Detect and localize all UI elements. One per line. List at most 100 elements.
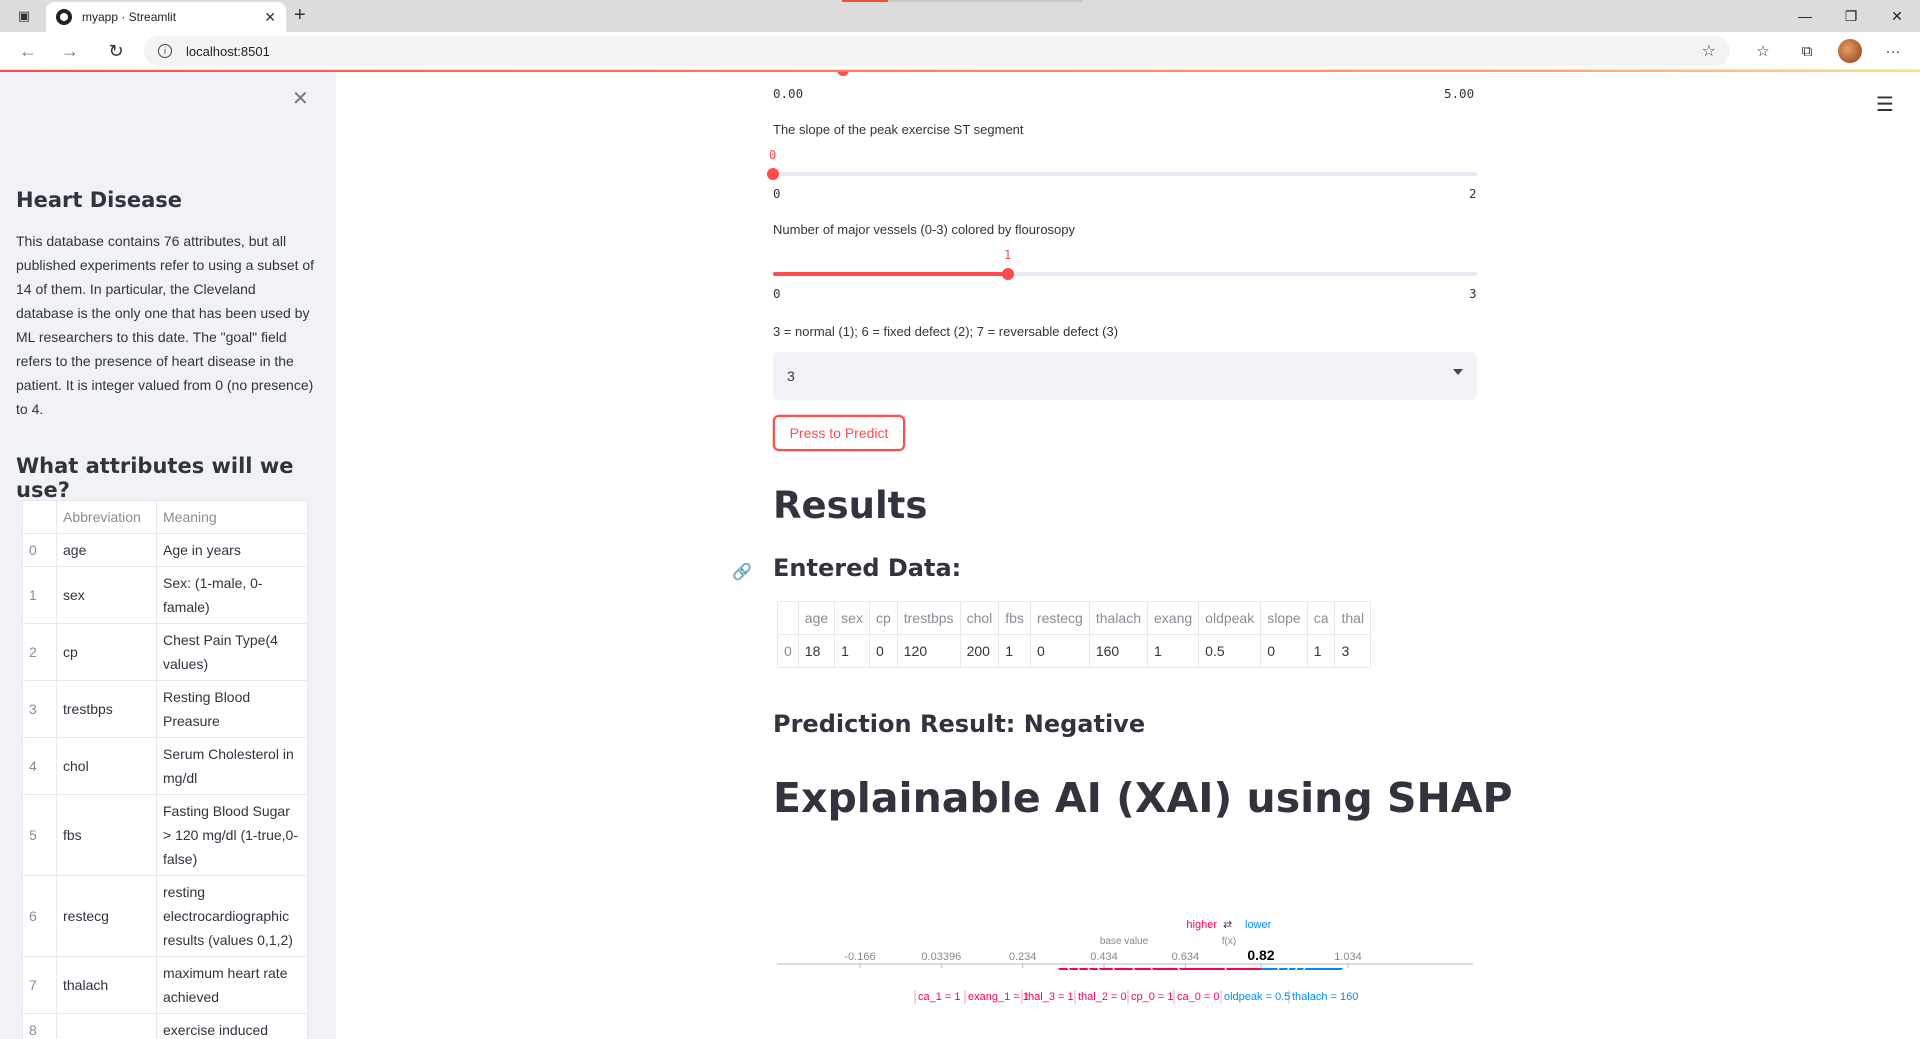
window-close-icon[interactable]: ✕ — [1874, 0, 1920, 32]
restore-icon[interactable]: ❐ — [1828, 0, 1874, 32]
more-menu-icon[interactable]: ··· — [1880, 39, 1906, 63]
row-index: 8 — [22, 1013, 57, 1039]
table-cell: 3 — [1334, 634, 1372, 668]
table-header[interactable]: slope — [1260, 601, 1308, 635]
table-row: 2 cp Chest Pain Type(4 values) — [22, 623, 308, 681]
table-row: 0 18 1 0 120 200 1 0 160 1 0.5 0 1 3 — [777, 634, 1372, 668]
table-header[interactable]: thal — [1334, 601, 1372, 635]
attributes-table: Abbreviation Meaning 0 age Age in years 1s… — [22, 500, 308, 1039]
table-header[interactable]: ca — [1306, 601, 1336, 635]
main-menu-icon[interactable]: ☰ — [1876, 92, 1894, 117]
row-index: 5 — [22, 794, 57, 876]
table-header[interactable]: fbs — [998, 601, 1031, 635]
abbreviation-cell: sex — [56, 566, 157, 624]
browser-tab[interactable]: myapp · Streamlit ✕ — [46, 2, 286, 32]
ca-slider-label: Number of major vessels (0-3) colored by… — [773, 222, 1076, 237]
browser-tab-bar: ▣ myapp · Streamlit ✕ + — ❐ ✕ — [0, 0, 1920, 32]
table-cell: 1 — [998, 634, 1031, 668]
abbreviation-cell: trestbps — [56, 680, 157, 738]
table-header[interactable]: sex — [834, 601, 870, 635]
profile-avatar[interactable] — [1838, 39, 1862, 63]
axis-tick-label: 0.03396 — [921, 951, 961, 963]
table-header[interactable]: age — [797, 601, 836, 635]
table-header[interactable]: Meaning — [156, 500, 308, 534]
favorites-icon[interactable]: ☆ — [1750, 39, 1776, 63]
ca-slider-fill — [773, 272, 1008, 276]
slope-slider-thumb[interactable] — [767, 168, 779, 180]
add-favorite-icon[interactable]: ☆ — [1702, 41, 1716, 61]
forward-icon[interactable]: → — [58, 40, 82, 62]
row-index: 2 — [22, 623, 57, 681]
axis-tick-label: 0.634 — [1172, 951, 1200, 963]
meaning-cell: Chest Pain Type(4 values) — [156, 623, 308, 681]
table-header[interactable]: trestbps — [896, 601, 961, 635]
abbreviation-cell: age — [56, 533, 157, 567]
streamlit-favicon-icon — [56, 9, 72, 25]
ca-slider-thumb[interactable] — [1001, 268, 1014, 280]
thal-select-value: 3 — [787, 368, 795, 384]
shap-feature-label-group: ca_1 = 1 exang_1 = 1thal_3 = 1 thal_2 = 0 c… — [914, 990, 1358, 1004]
table-header[interactable]: Abbreviation — [56, 500, 157, 534]
slope-slider-value: 0 — [769, 148, 777, 162]
axis-tick-label: 1.034 — [1334, 951, 1362, 963]
site-info-icon[interactable]: i — [158, 44, 172, 58]
sidebar-close-icon[interactable]: ✕ — [292, 86, 309, 111]
shap-axis-ticks: -0.166 0.03396 0.234 0.434 0.634 0.82 1.034 — [844, 947, 1362, 968]
collections-icon[interactable]: ⧉ — [1794, 39, 1820, 63]
back-icon[interactable]: ← — [16, 40, 40, 62]
anchor-link-icon[interactable]: 🔗 — [732, 562, 752, 582]
table-header[interactable]: restecg — [1029, 601, 1090, 635]
table-cell: 0 — [1260, 634, 1308, 668]
thal-select-label: 3 = normal (1); 6 = fixed defect (2); 7 … — [773, 324, 1119, 339]
shap-feature-label: oldpeak = 0.5 — [1224, 991, 1290, 1003]
minimize-icon[interactable]: — — [1782, 0, 1828, 32]
row-index: 3 — [22, 680, 57, 738]
table-row: 8 exercise induced — [22, 1013, 308, 1039]
ca-slider-track[interactable] — [773, 268, 1477, 280]
thal-select[interactable]: 3 — [773, 352, 1477, 400]
oldpeak-slider-min: 0.00 — [773, 86, 804, 101]
tab-close-icon[interactable]: ✕ — [264, 9, 276, 26]
table-cell: 18 — [797, 634, 836, 668]
shap-force-plot: higher ⇄ lower base value f(x) -0.166 0.0… — [777, 918, 1473, 970]
table-row: 0 age Age in years — [22, 533, 308, 567]
slope-slider-max: 2 — [1469, 186, 1477, 201]
axis-tick-label: 0.434 — [1090, 951, 1118, 963]
slope-slider-track[interactable] — [767, 168, 1477, 180]
shap-feature-label: thalach = 160 — [1292, 991, 1358, 1003]
tab-strip-indicator-grey — [888, 0, 1083, 2]
oldpeak-slider-thumb[interactable] — [837, 72, 850, 76]
predict-button[interactable]: Press to Predict — [773, 415, 905, 451]
table-header[interactable] — [777, 601, 799, 635]
table-cell: 0 — [1029, 634, 1090, 668]
table-header[interactable]: thalach — [1088, 601, 1149, 635]
table-header[interactable]: cp — [868, 601, 898, 635]
refresh-icon[interactable]: ↻ — [104, 40, 128, 62]
base-value-label: base value — [1100, 936, 1149, 947]
meaning-cell: Resting Blood Preasure — [156, 680, 308, 738]
table-cell: 1 — [1306, 634, 1336, 668]
table-row: 3 trestbps Resting Blood Preasure — [22, 680, 308, 738]
abbreviation-cell — [56, 1013, 157, 1039]
entered-data-table: age sex cp trestbps chol fbs restecg tha… — [777, 601, 1372, 668]
address-bar[interactable]: i localhost:8501 ☆ — [144, 36, 1730, 66]
tab-actions-icon[interactable]: ▣ — [12, 6, 36, 26]
table-header[interactable] — [22, 500, 57, 534]
chevron-down-icon — [1453, 369, 1463, 375]
window-controls: — ❐ ✕ — [1782, 0, 1920, 32]
table-header[interactable]: chol — [959, 601, 1000, 635]
meaning-cell: Serum Cholesterol in mg/dl — [156, 737, 308, 795]
table-header[interactable]: exang — [1147, 601, 1200, 635]
meaning-cell: Age in years — [156, 533, 308, 567]
new-tab-icon[interactable]: + — [294, 4, 306, 27]
row-index: 0 — [777, 634, 799, 668]
meaning-cell: resting electrocardiographic results (va… — [156, 875, 308, 957]
main-content: ☰ 0.00 5.00 The slope of the peak exerci… — [336, 72, 1920, 1039]
sidebar: ✕ Heart Disease This database contains 7… — [0, 72, 336, 1039]
table-cell: 1 — [1147, 634, 1200, 668]
url-text: localhost:8501 — [186, 43, 270, 59]
table-row: 1 sex Sex: (1-male, 0-famale) — [22, 566, 308, 624]
table-header[interactable]: oldpeak — [1198, 601, 1262, 635]
table-header-row: age sex cp trestbps chol fbs restecg tha… — [777, 601, 1372, 635]
swap-arrows-icon: ⇄ — [1223, 918, 1232, 931]
